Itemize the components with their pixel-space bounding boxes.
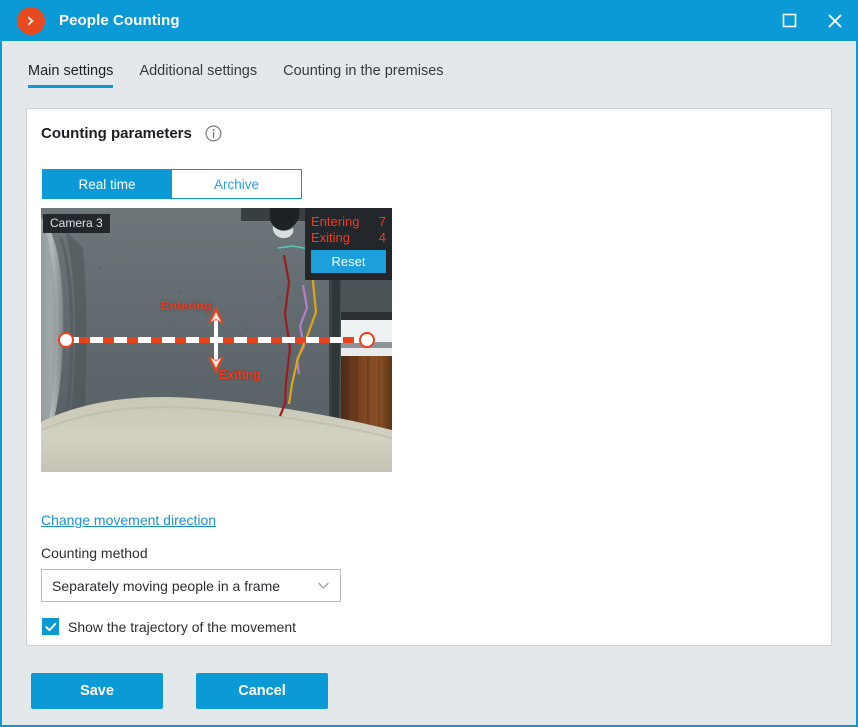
window-controls — [766, 0, 856, 41]
info-circle-icon[interactable] — [205, 125, 222, 142]
counting-parameters-card: Counting parameters Real time Archive En… — [26, 108, 832, 646]
tab-additional-settings[interactable]: Additional settings — [139, 63, 257, 89]
camera-name-label: Camera 3 — [43, 214, 110, 233]
close-icon — [828, 14, 842, 27]
tab-label: Main settings — [28, 63, 114, 79]
tab-label: Additional settings — [139, 63, 258, 79]
chevron-right-circle-icon — [17, 6, 45, 35]
zone-label-exiting: Exiting — [219, 368, 261, 382]
tab-main-settings[interactable]: Main settings — [28, 63, 114, 89]
mode-toggle-group: Real time Archive — [42, 169, 302, 199]
close-button[interactable] — [812, 0, 856, 41]
check-icon — [44, 622, 56, 631]
reset-button[interactable]: Reset — [311, 250, 386, 273]
line-handle-right — [359, 332, 375, 348]
counter-overlay: Entering 7 Exiting 4 Reset — [305, 208, 392, 280]
counter-entering-label: Entering — [311, 214, 360, 229]
maximize-button[interactable] — [766, 0, 812, 41]
counting-method-value: Separately moving people in a frame — [52, 577, 281, 594]
mode-toggle-archive[interactable]: Archive — [172, 169, 302, 199]
save-button[interactable]: Save — [31, 673, 163, 709]
counter-row-exiting: Exiting 4 — [311, 230, 386, 246]
tab-counting-in-the-premises[interactable]: Counting in the premises — [283, 63, 443, 89]
show-trajectory-checkbox-row[interactable]: Show the trajectory of the movement — [42, 618, 296, 635]
change-movement-direction-link[interactable]: Change movement direction — [41, 512, 216, 528]
tab-bar: Main settings Additional settings Counti… — [2, 41, 856, 89]
app-window: People Counting Main settings Additional… — [0, 0, 858, 727]
counter-exiting-label: Exiting — [311, 230, 351, 245]
chevron-down-icon — [318, 582, 329, 589]
maximize-icon — [782, 13, 796, 28]
title-bar: People Counting — [2, 0, 856, 41]
cancel-button-label: Cancel — [238, 683, 286, 699]
card-header: Counting parameters — [41, 125, 222, 142]
window-title: People Counting — [59, 12, 180, 29]
counting-method-select[interactable]: Separately moving people in a frame — [41, 569, 341, 602]
counting-method-label: Counting method — [41, 545, 148, 561]
show-trajectory-checkbox[interactable] — [42, 618, 59, 635]
page-title: Counting parameters — [41, 125, 192, 142]
camera-preview[interactable]: Entering Exiting Camera 3 Entering 7 Exi… — [41, 208, 392, 472]
line-handle-left — [58, 332, 74, 348]
cancel-button[interactable]: Cancel — [196, 673, 328, 709]
mode-toggle-label: Archive — [213, 176, 259, 192]
tab-label: Counting in the premises — [283, 63, 444, 79]
mode-toggle-real-time[interactable]: Real time — [42, 169, 172, 199]
counter-entering-value: 7 — [378, 214, 386, 229]
counter-row-entering: Entering 7 — [311, 214, 386, 230]
save-button-label: Save — [80, 683, 114, 699]
counter-exiting-value: 4 — [378, 230, 386, 245]
show-trajectory-label: Show the trajectory of the movement — [68, 618, 296, 635]
mode-toggle-label: Real time — [78, 176, 136, 192]
zone-label-entering: Entering — [161, 299, 212, 313]
reset-button-label: Reset — [331, 254, 366, 269]
